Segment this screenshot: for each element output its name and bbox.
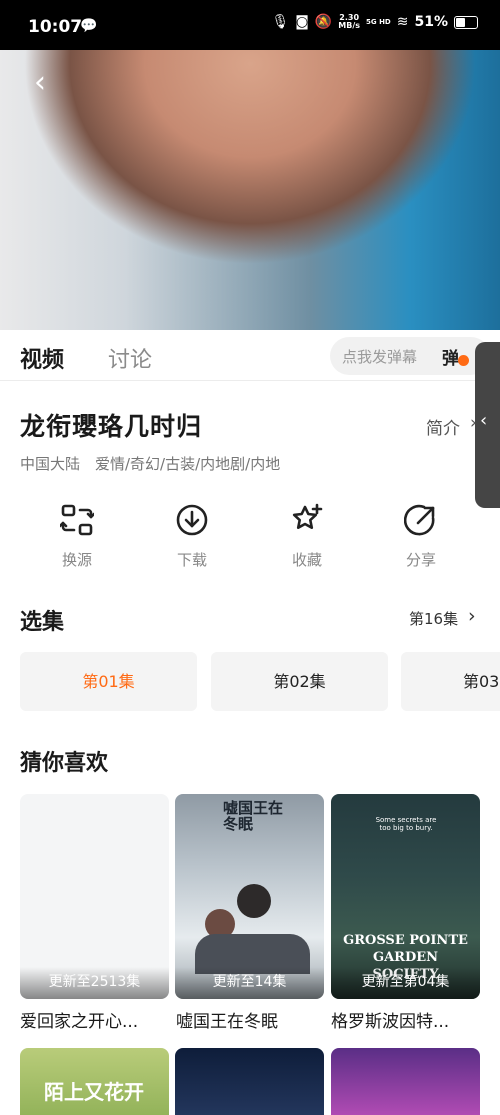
tab-discussion[interactable]: 讨论	[108, 342, 152, 374]
recommend-heading: 猜你喜欢	[20, 751, 109, 776]
recommend-card[interactable]: 陌上又花开	[20, 1048, 169, 1115]
mic-icon: 🎙	[271, 14, 290, 30]
recommend-card[interactable]	[175, 1048, 324, 1115]
favorite-star-icon	[292, 503, 323, 529]
update-badge: 更新至14集	[175, 967, 324, 999]
share-icon	[404, 504, 435, 536]
show-region: 中国大陆	[20, 455, 81, 473]
switch-source-icon	[60, 504, 94, 536]
update-badge: 更新至第04集	[331, 967, 480, 999]
show-genres: 爱情/奇幻/古装/内地剧/内地	[95, 455, 281, 473]
intro-arrow-icon[interactable]: ›	[470, 413, 477, 433]
episodes-heading: 选集	[20, 610, 65, 635]
download-button[interactable]: 下载	[152, 503, 232, 570]
recommend-title[interactable]: 嘘国王在冬眠	[176, 1007, 278, 1032]
tab-video[interactable]: 视频	[20, 342, 64, 374]
poster-title: 嘘国王在冬眠	[223, 799, 284, 833]
recommend-card[interactable]	[331, 1048, 480, 1115]
chevron-right-icon[interactable]: ›	[468, 605, 476, 627]
episodes-more-link[interactable]: 第16集	[409, 608, 458, 629]
video-player[interactable]: ‹	[0, 50, 500, 330]
episode-item[interactable]: 第01集	[20, 652, 197, 711]
signal-label: 5G HD	[366, 17, 391, 26]
camera-icon: ◙	[295, 14, 309, 30]
danmu-badge-icon	[458, 355, 469, 366]
wifi-icon: ≋	[396, 14, 409, 30]
download-label: 下载	[176, 551, 207, 569]
poster-tagline: Some secrets are too big to bury.	[375, 816, 437, 832]
favorite-label: 收藏	[291, 551, 322, 569]
battery-fill	[456, 17, 465, 27]
share-label: 分享	[405, 551, 436, 569]
update-badge: 更新至2513集	[20, 967, 169, 999]
danmu-input[interactable]: 点我发弹幕 弹	[330, 337, 490, 375]
mute-icon: 🔕	[314, 14, 333, 30]
divider	[0, 380, 500, 381]
status-icons: 🎙 ◙ 🔕 2.30 MB/s 5G HD ≋ 51%	[271, 14, 478, 30]
episode-item[interactable]: 第02集	[211, 652, 388, 711]
recommend-card[interactable]: 嘘国王在冬眠 更新至14集	[175, 794, 324, 999]
recommend-title[interactable]: 爱回家之开心...	[20, 1007, 138, 1032]
recommend-title[interactable]: 格罗斯波因特...	[331, 1007, 449, 1032]
side-panel-handle[interactable]: ‹	[475, 342, 500, 508]
status-time: 10:07	[28, 17, 83, 37]
recommend-card[interactable]: 更新至2513集	[20, 794, 169, 999]
speed-unit: MB/s	[338, 21, 361, 30]
danmu-placeholder: 点我发弹幕	[342, 348, 418, 366]
battery-percent: 51%	[414, 14, 448, 30]
poster-title: 陌上又花开	[44, 1080, 144, 1104]
favorite-button[interactable]: 收藏	[267, 503, 347, 570]
chevron-left-icon: ‹	[480, 410, 488, 431]
share-button[interactable]: 分享	[381, 503, 461, 570]
download-icon	[176, 504, 208, 536]
switch-source-button[interactable]: 换源	[37, 503, 117, 570]
show-title: 龙衔瓔珞几时归	[20, 412, 203, 441]
back-arrow-icon[interactable]: ‹	[34, 68, 46, 98]
recommend-card[interactable]: Some secrets are too big to bury. GROSSE…	[331, 794, 480, 999]
battery-icon	[454, 15, 478, 29]
status-bar: 10:07 💬 🎙 ◙ 🔕 2.30 MB/s 5G HD ≋ 51%	[0, 0, 500, 50]
intro-link[interactable]: 简介	[426, 414, 460, 439]
episode-item[interactable]: 第03	[401, 652, 500, 711]
poster-figure	[237, 884, 271, 918]
danmu-toggle-button[interactable]: 弹	[442, 344, 459, 369]
wechat-icon: 💬	[80, 18, 98, 34]
switch-source-label: 换源	[61, 551, 92, 569]
